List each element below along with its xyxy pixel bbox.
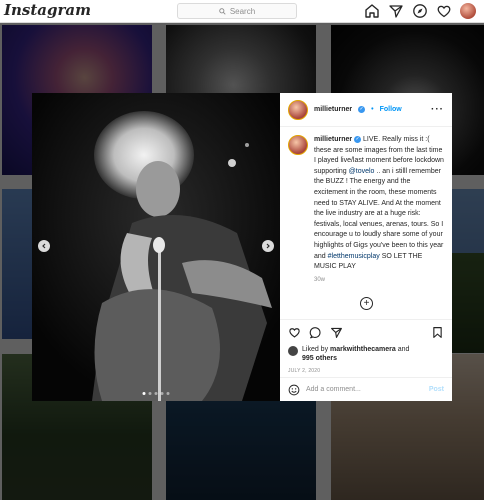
follow-button[interactable]: Follow [380,106,402,113]
comment-input[interactable]: Add a comment... [306,386,361,393]
direct-icon[interactable] [388,3,404,19]
comment-icon[interactable] [309,326,322,339]
carousel-dot [166,392,170,395]
activity-icon[interactable] [436,3,452,19]
liked-prefix: Liked by [302,346,331,353]
liker-avatar[interactable] [288,346,298,356]
chevron-right-icon [266,243,270,249]
performer-photo [32,93,280,401]
profile-avatar[interactable] [460,3,476,19]
carousel-dot [160,392,164,395]
author-avatar[interactable] [288,99,308,120]
caption-part: .. an i stilll remember the BUZZ ! The e… [314,167,444,260]
instagram-logo[interactable]: Instagram [4,1,91,19]
carousel-dot [142,392,146,395]
carousel-dots [142,392,170,395]
post-header: millieturner ✓ • Follow ··· [280,93,452,127]
like-icon[interactable] [288,326,301,339]
explore-icon[interactable] [412,3,428,19]
load-more-comments-button[interactable]: + [360,297,373,310]
post-comment-button[interactable]: Post [429,386,444,393]
emoji-icon[interactable] [288,384,300,396]
follow-separator: • [371,106,374,113]
caption-time[interactable]: 30w [314,277,446,283]
carousel-dot [148,392,152,395]
next-arrow-button[interactable] [262,240,274,252]
caption-username[interactable]: millieturner [314,136,352,143]
liked-user-link[interactable]: markwiththecamera [330,346,396,353]
caption-avatar[interactable] [288,135,308,155]
post-photo [32,93,280,401]
liked-others-link[interactable]: 995 others [302,355,337,362]
hashtag-link[interactable]: #letthemusicplay [328,253,380,260]
verified-badge-icon: ✓ [354,135,362,143]
post-modal: millieturner ✓ • Follow ··· millieturner… [32,93,452,401]
post-date[interactable]: JULY 2, 2020 [288,368,444,374]
caption-text: millieturner ✓ LIVE. Really miss it :( t… [314,135,446,273]
chevron-left-icon [42,243,46,249]
search-input[interactable]: Search [177,3,297,19]
author-username[interactable]: millieturner [314,106,352,113]
search-placeholder: Search [229,6,256,16]
top-nav: Instagram Search [0,0,484,23]
share-icon[interactable] [330,326,343,339]
comment-box: Add a comment... Post [280,377,452,401]
liked-by: Liked by markwiththecamera and 995 other… [288,345,444,363]
liked-and: and [395,346,410,353]
save-bookmark-icon[interactable] [431,326,444,339]
home-icon[interactable] [364,3,380,19]
verified-badge-icon: ✓ [358,106,366,113]
search-icon [219,7,226,15]
carousel-dot [154,392,158,395]
post-sidebar: millieturner ✓ • Follow ··· millieturner… [280,93,452,401]
post-actions: Liked by markwiththecamera and 995 other… [280,319,452,374]
mention-link[interactable]: @tovelo [349,168,375,175]
more-options-icon[interactable]: ··· [431,104,444,115]
previous-arrow-button[interactable] [38,240,50,252]
post-caption: millieturner ✓ LIVE. Really miss it :( t… [280,127,452,283]
